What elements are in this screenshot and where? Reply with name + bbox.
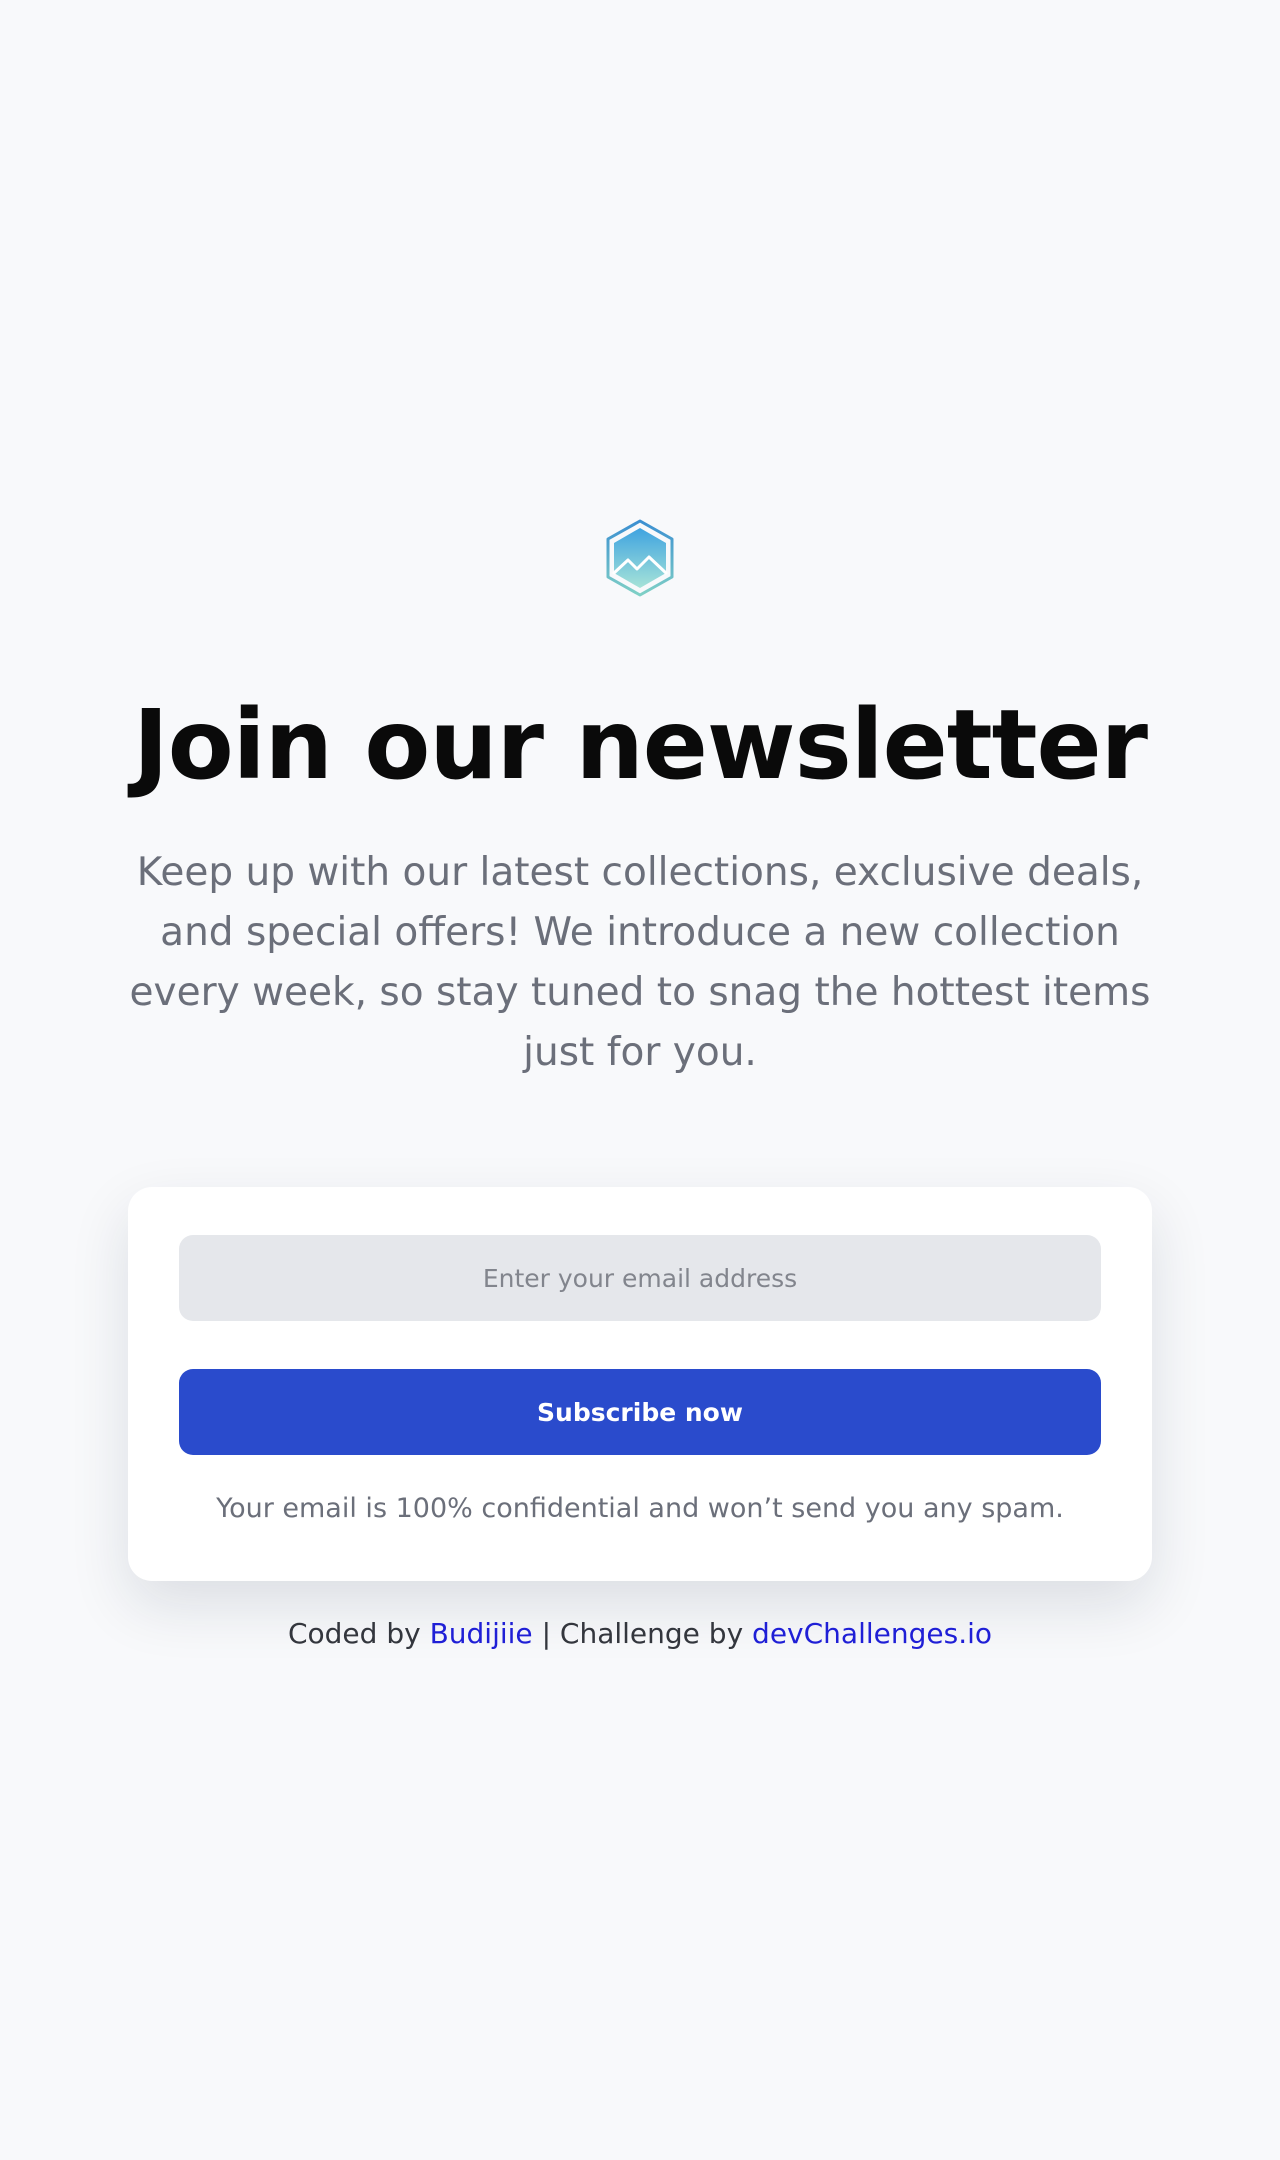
privacy-disclaimer: Your email is 100% confidential and won’… [216, 1493, 1064, 1524]
mountain-hexagon-logo-icon [606, 519, 674, 597]
devchallenges-link[interactable]: devChallenges.io [752, 1617, 992, 1650]
author-link[interactable]: Budijiie [430, 1617, 533, 1650]
newsletter-page: Join our newsletter Keep up with our lat… [0, 0, 1280, 2160]
footer-credits: Coded by Budijiie | Challenge by devChal… [0, 1614, 1280, 1654]
page-title: Join our newsletter [133, 689, 1148, 801]
email-input[interactable] [179, 1235, 1101, 1321]
footer-separator: | [541, 1617, 551, 1650]
subscribe-card: Subscribe now Your email is 100% confide… [128, 1187, 1152, 1581]
newsletter-description: Keep up with our latest collections, exc… [129, 850, 1151, 1075]
coded-by-text: Coded by [287, 1617, 421, 1650]
subscribe-button[interactable]: Subscribe now [179, 1369, 1101, 1455]
challenge-by-text: Challenge by [559, 1617, 744, 1650]
